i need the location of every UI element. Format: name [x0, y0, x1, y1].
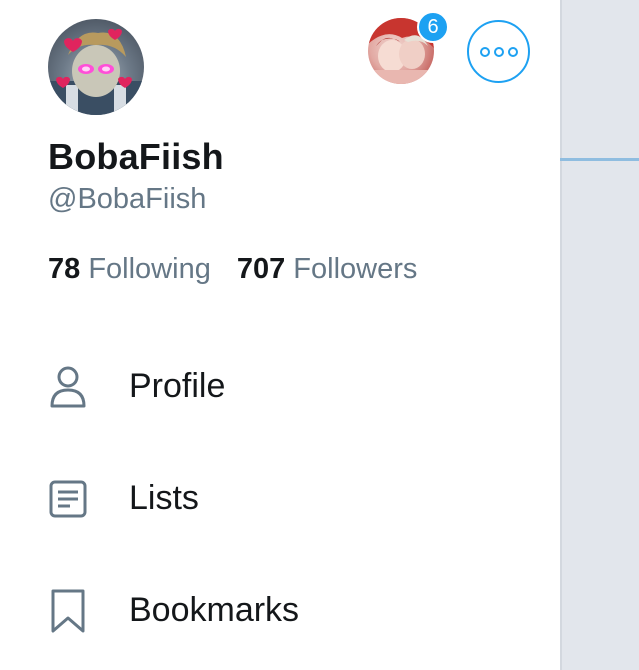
follow-stats: 78 Following 707 Followers	[48, 253, 417, 286]
drawer-backdrop[interactable]	[560, 0, 639, 670]
display-name[interactable]: BobaFiish	[48, 136, 224, 178]
following-link[interactable]: 78 Following	[48, 253, 211, 285]
drawer-edge-divider	[560, 0, 562, 670]
profile-avatar[interactable]	[48, 19, 144, 115]
menu-item-profile[interactable]: Profile	[0, 342, 560, 432]
menu-label-lists: Lists	[129, 479, 199, 517]
menu-label-profile: Profile	[129, 367, 226, 405]
followers-link[interactable]: 707 Followers	[237, 253, 418, 285]
user-handle: @BobaFiish	[48, 183, 207, 215]
following-count: 78	[48, 253, 81, 285]
navigation-drawer: 6 BobaFiish @BobaFiish 78 Following 707 F…	[0, 0, 560, 670]
following-label: Following	[88, 253, 211, 285]
more-horizontal-icon	[478, 46, 520, 57]
followers-count: 707	[236, 253, 286, 285]
person-icon	[50, 366, 86, 408]
followers-label: Followers	[293, 253, 418, 285]
timeline-header-divider	[560, 158, 639, 161]
lists-icon	[49, 480, 87, 518]
menu-item-lists[interactable]: Lists	[0, 454, 560, 544]
notification-badge: 6	[417, 11, 449, 43]
more-accounts-button[interactable]	[467, 20, 530, 83]
menu-item-bookmarks[interactable]: Bookmarks	[0, 566, 560, 656]
menu-label-bookmarks: Bookmarks	[129, 591, 300, 629]
avatar-image	[48, 28, 144, 115]
bookmark-icon	[51, 589, 85, 633]
